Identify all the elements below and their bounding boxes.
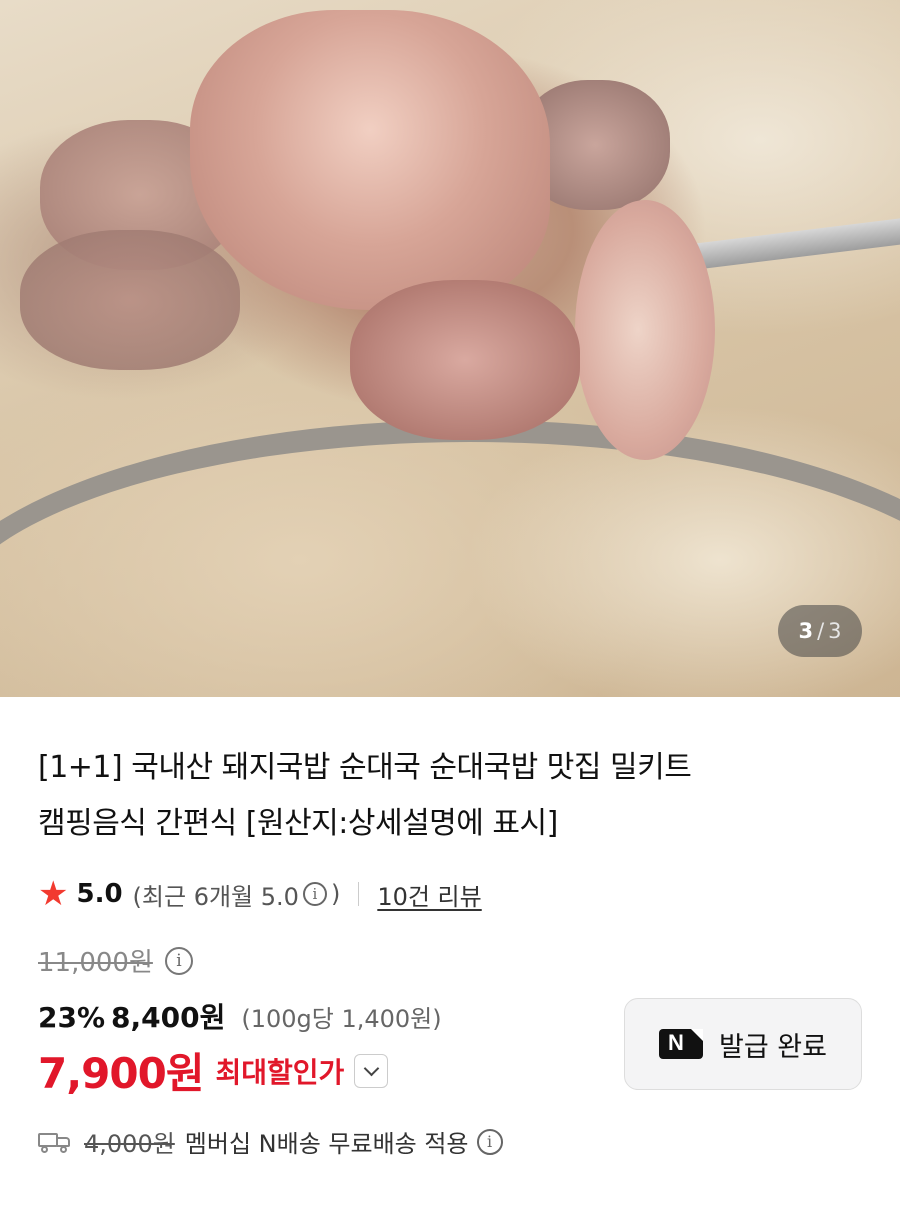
meat-piece bbox=[190, 10, 550, 310]
reviews-link[interactable]: 10건 리뷰 bbox=[377, 877, 481, 912]
recent-rating-text: (최근 6개월 5.0 bbox=[132, 882, 299, 911]
coupon-issued-button[interactable]: 발급 완료 bbox=[624, 998, 862, 1090]
product-image[interactable] bbox=[0, 0, 900, 697]
original-price: 11,000원 bbox=[38, 948, 153, 978]
image-counter-total: 3 bbox=[828, 619, 842, 643]
recent-rating: (최근 6개월 5.0 i ) bbox=[133, 877, 341, 912]
chevron-down-icon bbox=[363, 1060, 380, 1077]
coupon-label: 발급 완료 bbox=[719, 1031, 827, 1063]
meat-piece bbox=[350, 280, 580, 440]
original-price-row: 11,000원 i bbox=[38, 942, 197, 979]
info-icon[interactable]: i bbox=[164, 946, 193, 975]
image-counter-current: 3 bbox=[798, 619, 814, 643]
delivery-text: 멤버십 N배송 무료배송 적용 bbox=[184, 1130, 469, 1158]
pot-rim bbox=[0, 420, 900, 697]
info-icon[interactable]: i bbox=[302, 882, 327, 906]
sale-price: 8,400원 bbox=[111, 1001, 226, 1034]
max-discount-row: 7,900원 최대할인가 bbox=[38, 1040, 389, 1101]
discount-percent: 23% bbox=[38, 1001, 106, 1034]
original-delivery-fee: 4,000원 bbox=[84, 1130, 175, 1158]
product-title: [1+1] 국내산 돼지국밥 순대국 순대국밥 맛집 밀키트 캠핑음식 간편식 … bbox=[38, 740, 858, 852]
meat-piece bbox=[575, 200, 715, 460]
rating-score: 5.0 bbox=[76, 879, 123, 909]
naver-n-icon bbox=[659, 1029, 704, 1059]
truck-icon bbox=[38, 1131, 72, 1153]
meat-piece bbox=[20, 230, 240, 370]
image-counter: 3 / 3 bbox=[778, 605, 862, 657]
product-title-line2: 캠핑음식 간편식 [원산지:상세설명에 표시] bbox=[38, 806, 558, 841]
max-discount-label: 최대할인가 bbox=[215, 1055, 345, 1089]
image-counter-separator: / bbox=[817, 619, 825, 643]
max-discount-price: 7,900원 bbox=[38, 1049, 204, 1098]
recent-rating-close: ) bbox=[330, 880, 341, 908]
rating-row: ★ 5.0 (최근 6개월 5.0 i ) 10건 리뷰 bbox=[38, 872, 482, 916]
star-icon: ★ bbox=[38, 874, 69, 914]
unit-price: (100g당 1,400원) bbox=[241, 1005, 442, 1033]
max-discount-expand-button[interactable] bbox=[354, 1053, 389, 1088]
delivery-row: 4,000원 멤버십 N배송 무료배송 적용 i bbox=[38, 1124, 507, 1159]
product-title-line1: [1+1] 국내산 돼지국밥 순대국 순대국밥 맛집 밀키트 bbox=[38, 750, 692, 785]
info-icon[interactable]: i bbox=[476, 1128, 503, 1155]
divider bbox=[358, 882, 360, 906]
sale-price-row: 23% 8,400원 (100g당 1,400원) bbox=[38, 996, 442, 1036]
